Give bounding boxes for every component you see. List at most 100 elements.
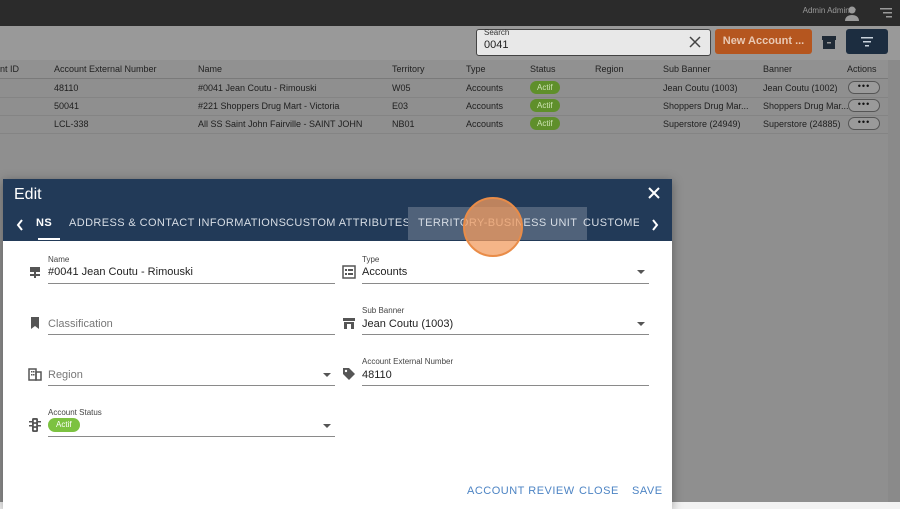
cell-sub-banner: Jean Coutu (1003)	[663, 83, 738, 93]
col-status[interactable]: Status	[530, 64, 556, 74]
tabs-scroll-left-icon[interactable]	[15, 218, 25, 232]
tab-general[interactable]: NS	[36, 207, 60, 240]
building-icon	[28, 368, 42, 381]
name-field[interactable]: Name #0041 Jean Coutu - Rimouski	[48, 255, 335, 285]
status-badge: Actif	[530, 81, 560, 94]
cell-sub-banner: Superstore (24949)	[663, 119, 741, 129]
close-button[interactable]: CLOSE	[579, 485, 619, 497]
row-actions-button[interactable]: •••	[848, 117, 880, 130]
tab-address-contact[interactable]: ADDRESS & CONTACT INFORMATIONS	[69, 207, 286, 240]
external-number-field[interactable]: Account External Number 48110	[362, 357, 649, 387]
sub-banner-value[interactable]: Jean Coutu (1003)	[362, 318, 453, 330]
type-label: Type	[362, 255, 380, 264]
type-select[interactable]: Type Accounts	[362, 255, 649, 285]
sub-banner-select[interactable]: Sub Banner Jean Coutu (1003)	[362, 306, 649, 336]
cell-type: Accounts	[466, 101, 504, 111]
dialog-title: Edit	[14, 186, 42, 203]
tag-icon	[343, 368, 355, 380]
tab-custom-attributes[interactable]: CUSTOM ATTRIBUTES	[286, 207, 410, 240]
table-row[interactable]: LCL-338 All SS Saint John Fairville - SA…	[0, 115, 888, 134]
name-label: Name	[48, 255, 70, 264]
external-number-value[interactable]: 48110	[362, 369, 392, 381]
store-icon	[343, 318, 355, 329]
row-actions-button[interactable]: •••	[848, 81, 880, 94]
account-status-underline	[48, 436, 335, 437]
traffic-light-icon	[29, 418, 41, 432]
col-external-number[interactable]: Account External Number	[54, 64, 157, 74]
cell-banner: Jean Coutu (1002)	[763, 83, 838, 93]
name-underline	[48, 283, 335, 284]
col-name[interactable]: Name	[198, 64, 222, 74]
account-status-select[interactable]: Account Status Actif	[48, 408, 335, 438]
grid-header: nt ID Account External Number Name Terri…	[0, 60, 888, 79]
external-number-underline	[362, 385, 649, 386]
chevron-down-icon[interactable]	[323, 424, 331, 428]
cell-external-number: 48110	[54, 83, 79, 93]
col-banner[interactable]: Banner	[763, 64, 792, 74]
click-ripple	[463, 197, 523, 257]
cell-external-number: LCL-338	[54, 119, 89, 129]
cell-territory: NB01	[392, 119, 415, 129]
type-underline	[362, 283, 649, 284]
table-row[interactable]: 48110 #0041 Jean Coutu - Rimouski W05 Ac…	[0, 79, 888, 98]
dialog-header: Edit NS ADDRESS & CONTACT INFORMATIONS C…	[3, 179, 672, 257]
status-badge: Actif	[530, 117, 560, 130]
chevron-down-icon[interactable]	[323, 373, 331, 377]
cell-banner: Shoppers Drug Mar...	[763, 101, 849, 111]
search-input[interactable]: Search 0041	[476, 28, 711, 56]
archive-icon[interactable]	[820, 33, 838, 51]
tab-active-indicator	[38, 238, 60, 240]
cell-territory: W05	[392, 83, 411, 93]
col-type[interactable]: Type	[466, 64, 486, 74]
chevron-down-icon[interactable]	[637, 322, 645, 326]
col-actions: Actions	[847, 64, 877, 74]
cell-sub-banner: Shoppers Drug Mar...	[663, 101, 749, 111]
cell-name: #221 Shoppers Drug Mart - Victoria	[198, 101, 340, 111]
scrollbar[interactable]	[888, 60, 900, 502]
chevron-down-icon[interactable]	[637, 270, 645, 274]
tabs-scroll-right-icon[interactable]	[650, 218, 660, 232]
close-icon[interactable]	[648, 187, 660, 199]
cell-name: All SS Saint John Fairville - SAINT JOHN	[198, 119, 363, 129]
clear-icon[interactable]	[688, 35, 702, 49]
cell-name: #0041 Jean Coutu - Rimouski	[198, 83, 317, 93]
external-number-label: Account External Number	[362, 357, 454, 366]
tab-customer[interactable]: CUSTOMER	[583, 207, 639, 240]
classification-field[interactable]: Classification	[48, 306, 335, 336]
sub-banner-label: Sub Banner	[362, 306, 405, 315]
type-value[interactable]: Accounts	[362, 266, 407, 278]
signpost-icon	[30, 267, 40, 278]
col-sub-banner[interactable]: Sub Banner	[663, 64, 711, 74]
classification-underline	[48, 334, 335, 335]
top-bar: Admin Admin ▾	[0, 0, 900, 26]
name-value[interactable]: #0041 Jean Coutu - Rimouski	[48, 266, 193, 278]
classification-placeholder[interactable]: Classification	[48, 318, 113, 330]
filter-button[interactable]	[846, 29, 888, 54]
table-row[interactable]: 50041 #221 Shoppers Drug Mart - Victoria…	[0, 97, 888, 116]
user-avatar-icon[interactable]	[844, 5, 860, 21]
sub-banner-underline	[362, 334, 649, 335]
bookmark-icon	[31, 317, 39, 329]
col-territory[interactable]: Territory	[392, 64, 425, 74]
account-review-button[interactable]: ACCOUNT REVIEW	[467, 485, 575, 497]
col-account-id[interactable]: nt ID	[0, 64, 19, 74]
new-account-button[interactable]: New Account ...	[715, 29, 812, 54]
filter-icon	[861, 37, 873, 47]
region-placeholder[interactable]: Region	[48, 369, 83, 381]
cell-external-number: 50041	[54, 101, 80, 111]
region-select[interactable]: Region	[48, 357, 335, 387]
save-button[interactable]: SAVE	[632, 485, 663, 497]
edit-dialog: Edit NS ADDRESS & CONTACT INFORMATIONS C…	[3, 179, 672, 509]
col-region[interactable]: Region	[595, 64, 624, 74]
status-badge[interactable]: Actif	[48, 418, 80, 432]
cell-territory: E03	[392, 101, 409, 111]
row-actions-button[interactable]: •••	[848, 99, 880, 112]
region-underline	[48, 385, 335, 386]
status-badge: Actif	[530, 99, 560, 112]
account-status-label: Account Status	[48, 408, 102, 417]
search-value[interactable]: 0041	[484, 39, 508, 51]
cell-type: Accounts	[466, 119, 504, 129]
menu-icon[interactable]	[880, 8, 892, 18]
cell-banner: Superstore (24885)	[763, 119, 841, 129]
search-label: Search	[484, 28, 510, 37]
